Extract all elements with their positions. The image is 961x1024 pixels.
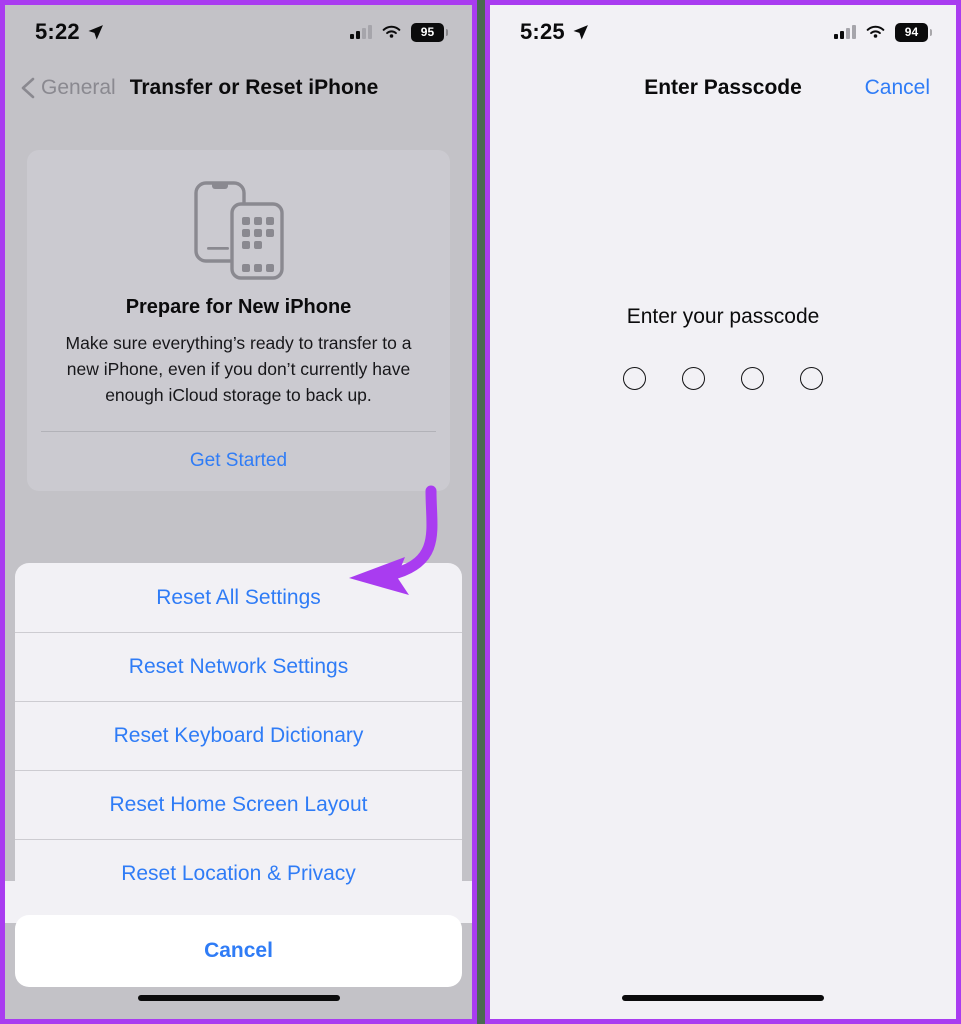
status-time-group: 5:22 — [35, 19, 104, 45]
passcode-dot-1 — [623, 367, 646, 390]
status-time: 5:22 — [35, 19, 80, 44]
wifi-icon — [382, 25, 401, 38]
battery-percent: 95 — [420, 25, 435, 39]
right-nav-bar: Enter Passcode Cancel — [490, 59, 956, 117]
right-status-bar: 5:25 94 — [490, 5, 956, 59]
wifi-icon — [866, 25, 885, 38]
sheet-option-reset-home-screen-layout[interactable]: Reset Home Screen Layout — [15, 770, 462, 839]
sheet-option-label: Reset Location & Privacy — [121, 861, 356, 885]
left-phone-screen: 5:22 95 General Transfer or Reset iPhone… — [0, 0, 477, 1024]
back-button-label[interactable]: General — [41, 76, 116, 100]
home-indicator — [137, 995, 340, 1001]
sheet-option-label: Reset Home Screen Layout — [109, 792, 368, 816]
sheet-cancel-button[interactable]: Cancel — [15, 915, 462, 987]
passcode-prompt: Enter your passcode — [626, 305, 820, 328]
page-title: Enter Passcode — [644, 76, 802, 99]
sheet-option-label: Reset Network Settings — [128, 654, 349, 678]
location-arrow-icon — [573, 24, 588, 40]
card-title: Prepare for New iPhone — [125, 296, 352, 318]
left-status-bar: 5:22 95 — [5, 5, 472, 59]
card-description: Make sure everything’s ready to transfer… — [65, 333, 412, 405]
panel-gap-divider — [477, 0, 485, 1024]
location-arrow-icon — [88, 24, 103, 40]
sheet-option-reset-all-settings[interactable]: Reset All Settings — [15, 563, 462, 632]
sheet-option-reset-location-privacy[interactable]: Reset Location & Privacy — [15, 839, 462, 908]
sheet-option-reset-keyboard-dictionary[interactable]: Reset Keyboard Dictionary — [15, 701, 462, 770]
left-nav-bar: General Transfer or Reset iPhone — [5, 59, 472, 117]
battery-percent: 94 — [904, 25, 919, 39]
sheet-cancel-label: Cancel — [204, 939, 273, 962]
cellular-signal-icon — [834, 25, 856, 39]
passcode-entry-area: Enter your passcode — [490, 305, 956, 390]
sheet-option-label: Reset All Settings — [156, 585, 321, 609]
cancel-button[interactable]: Cancel — [865, 76, 930, 100]
passcode-dot-2 — [682, 367, 705, 390]
sheet-option-label: Reset Keyboard Dictionary — [113, 723, 364, 747]
get-started-button[interactable]: Get Started — [27, 432, 450, 491]
home-indicator — [622, 995, 824, 1001]
passcode-dots[interactable] — [623, 367, 823, 390]
prepare-for-new-iphone-card: Prepare for New iPhone Make sure everyth… — [27, 150, 450, 491]
status-indicators: 95 — [350, 22, 448, 42]
status-time-group: 5:25 — [520, 19, 589, 45]
passcode-dot-4 — [800, 367, 823, 390]
chevron-left-icon[interactable] — [17, 75, 39, 101]
status-time: 5:25 — [520, 19, 565, 44]
right-phone-screen: 5:25 94 Enter Passcode Cancel Enter your… — [485, 0, 961, 1024]
battery-indicator: 94 — [895, 22, 932, 42]
cellular-signal-icon — [350, 25, 372, 39]
battery-indicator: 95 — [411, 22, 448, 42]
page-title: Transfer or Reset iPhone — [129, 76, 379, 99]
two-iphones-icon — [27, 150, 450, 288]
status-indicators: 94 — [834, 22, 932, 42]
passcode-dot-3 — [741, 367, 764, 390]
sheet-option-reset-network-settings[interactable]: Reset Network Settings — [15, 632, 462, 701]
screenshot-stage: 5:22 95 General Transfer or Reset iPhone… — [0, 0, 961, 1024]
reset-action-sheet: Reset All Settings Reset Network Setting… — [15, 563, 462, 908]
